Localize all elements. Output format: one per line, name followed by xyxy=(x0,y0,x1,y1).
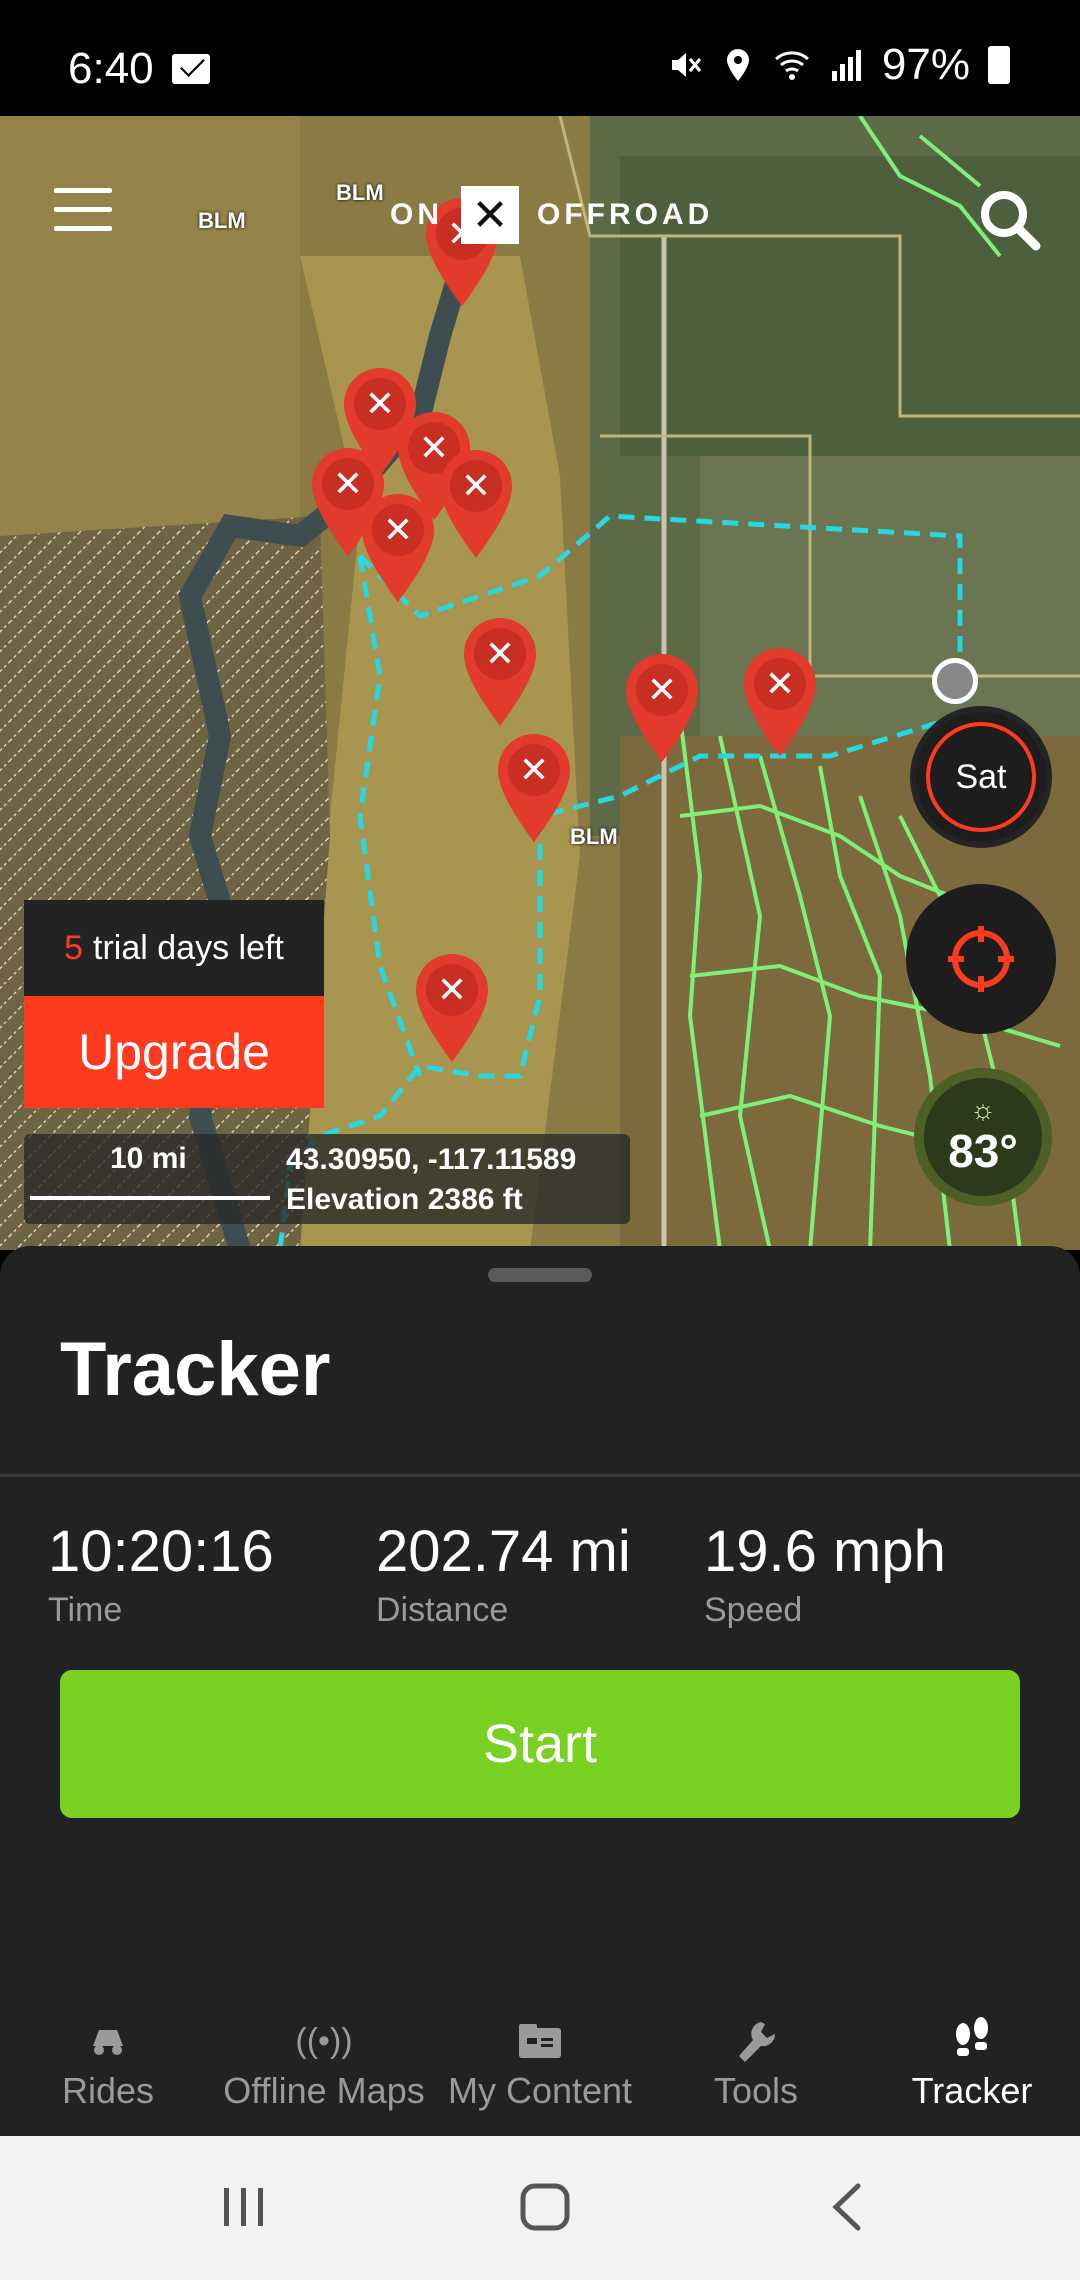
map-info-box: 10 mi 43.30950, -117.11589 Elevation 238… xyxy=(24,1134,630,1224)
tab-label: Tracker xyxy=(911,2070,1033,2111)
temperature: 83° xyxy=(948,1125,1018,1177)
home-icon[interactable] xyxy=(505,2172,585,2242)
mail-icon xyxy=(172,54,210,84)
wifi-icon xyxy=(774,51,809,80)
map-view[interactable]: ✕ ✕ ✕ ✕ ✕ ✕ ✕ ✕ ✕ ✕ ✕ ON ✕ OFFROAD BLM B… xyxy=(0,116,1080,1250)
map-coordinates: 43.30950, -117.11589 Elevation 2386 ft xyxy=(286,1140,576,1220)
locate-me-button[interactable] xyxy=(906,884,1056,1034)
stat-label: Speed xyxy=(704,1591,803,1629)
tracker-sheet: Tracker 10:20:16 Time 202.74 mi Distance… xyxy=(0,1246,1080,2136)
tab-rides[interactable]: Rides xyxy=(0,2016,216,2136)
upgrade-button[interactable]: Upgrade xyxy=(24,996,324,1108)
location-icon xyxy=(726,49,749,81)
map-scale-label: 10 mi xyxy=(110,1142,187,1175)
status-icons: 97% xyxy=(666,40,1010,90)
tab-tracker[interactable]: Tracker xyxy=(864,2016,1080,2136)
stat-value: 10:20:16 xyxy=(48,1519,274,1584)
tab-label: Rides xyxy=(61,2070,155,2111)
stat-distance: 202.74 mi Distance xyxy=(376,1518,631,1630)
my-content-icon xyxy=(519,2024,561,2058)
rides-icon xyxy=(93,2030,123,2055)
offline-maps-icon: ((•)) xyxy=(295,2021,353,2060)
sheet-title: Tracker xyxy=(60,1327,331,1412)
stat-label: Time xyxy=(48,1591,123,1629)
stat-value: 19.6 mph xyxy=(704,1519,946,1584)
status-time: 6:40 xyxy=(68,44,154,93)
tab-offline-maps[interactable]: ((•)) Offline Maps xyxy=(216,2016,432,2136)
coordinates-text: 43.30950, -117.11589 xyxy=(286,1143,577,1176)
divider xyxy=(0,1474,1080,1477)
recent-apps-icon[interactable] xyxy=(204,2172,284,2242)
sun-icon: ☼ xyxy=(970,1094,996,1125)
map-label-blm: BLM xyxy=(198,208,246,233)
back-icon[interactable] xyxy=(808,2172,888,2242)
tab-my-content[interactable]: My Content xyxy=(432,2016,648,2136)
mute-icon xyxy=(671,53,702,77)
logo-mark: ✕ xyxy=(461,186,519,244)
logo-text-on: ON xyxy=(390,198,443,231)
svg-text:✕: ✕ xyxy=(485,634,515,675)
svg-text:✕: ✕ xyxy=(333,464,363,505)
search-icon[interactable] xyxy=(974,184,1044,254)
sat-label: Sat xyxy=(955,757,1007,796)
start-tracking-button[interactable]: Start xyxy=(60,1670,1020,1818)
battery-percent: 97% xyxy=(881,40,970,89)
tab-label: Tools xyxy=(713,2070,799,2111)
tab-tools[interactable]: Tools xyxy=(648,2016,864,2136)
svg-text:✕: ✕ xyxy=(461,466,491,507)
current-location-dot xyxy=(932,658,978,704)
trial-days-count: 5 xyxy=(64,928,84,967)
weather-button[interactable]: ☼ 83° xyxy=(914,1068,1052,1206)
map-scale-bar xyxy=(30,1196,270,1200)
stat-label: Distance xyxy=(376,1591,509,1629)
trial-banner: 5 trial days left xyxy=(24,900,324,996)
battery-icon xyxy=(988,46,1010,84)
tools-icon xyxy=(739,2022,776,2062)
stat-time: 10:20:16 Time xyxy=(48,1518,274,1630)
stat-value: 202.74 mi xyxy=(376,1519,631,1584)
status-bar: 6:40 97% xyxy=(0,0,1080,116)
bottom-tab-bar: Rides ((•)) Offline Maps My Content Tool… xyxy=(0,2016,1080,2136)
menu-button[interactable] xyxy=(54,188,112,232)
stat-speed: 19.6 mph Speed xyxy=(704,1518,946,1630)
map-layer-sat-button[interactable]: Sat xyxy=(910,706,1052,848)
svg-text:✕: ✕ xyxy=(519,750,549,791)
svg-text:✕: ✕ xyxy=(383,510,413,551)
sheet-drag-handle[interactable] xyxy=(488,1268,592,1282)
map-label-blm: BLM xyxy=(336,180,384,205)
tab-label: Offline Maps xyxy=(223,2070,425,2111)
signal-icon xyxy=(831,50,861,81)
svg-text:✕: ✕ xyxy=(419,428,449,469)
svg-text:✕: ✕ xyxy=(647,670,677,711)
svg-text:✕: ✕ xyxy=(365,384,395,425)
tracker-icon xyxy=(956,2017,988,2056)
elevation-text: Elevation 2386 ft xyxy=(286,1183,523,1216)
svg-text:✕: ✕ xyxy=(437,970,467,1011)
map-label-blm: BLM xyxy=(570,824,618,849)
system-nav-bar xyxy=(0,2136,1080,2280)
svg-text:✕: ✕ xyxy=(765,664,795,705)
logo-text-offroad: OFFROAD xyxy=(537,198,714,231)
tab-label: My Content xyxy=(447,2070,633,2111)
trial-days-text: trial days left xyxy=(93,928,284,967)
app-logo: ON ✕ OFFROAD xyxy=(390,186,713,244)
